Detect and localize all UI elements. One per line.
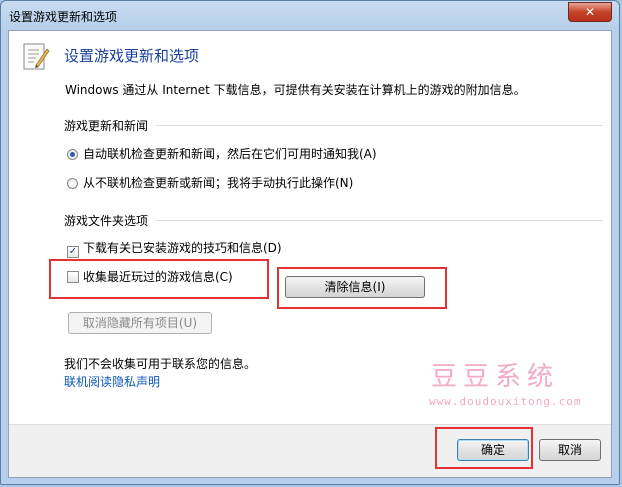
close-button[interactable]: ✕ xyxy=(568,2,612,22)
page-title: 设置游戏更新和选项 xyxy=(64,47,200,65)
privacy-notice: 我们不会收集可用于联系您的信息。 xyxy=(64,357,257,371)
description-text: Windows 通过从 Internet 下载信息，可提供有关安装在计算机上的游… xyxy=(65,83,526,97)
dialog-window: 设置游戏更新和选项 ✕ 设置游戏更新和选项 Windows 通过从 Intern… xyxy=(0,0,620,485)
cancel-button[interactable]: 取消 xyxy=(539,439,601,461)
dialog-content: 设置游戏更新和选项 Windows 通过从 Internet 下载信息，可提供有… xyxy=(8,30,612,478)
section-label-updates: 游戏更新和新闻 xyxy=(64,119,149,133)
highlight-box-clear xyxy=(277,267,447,309)
watermark-url: www.doudouxitong.com xyxy=(429,395,582,408)
radio-button[interactable] xyxy=(67,178,78,189)
checklist-pencil-icon xyxy=(23,43,50,70)
unhide-all-button: 取消隐藏所有项目(U) xyxy=(68,312,212,334)
title-bar[interactable]: 设置游戏更新和选项 ✕ xyxy=(1,1,619,29)
checkbox-download-tips-label: 下载有关已安装游戏的技巧和信息(D) xyxy=(83,241,282,255)
checkbox-checked[interactable]: ✓ xyxy=(67,246,79,258)
radio-button-checked[interactable] xyxy=(67,149,78,160)
radio-never-check-label: 从不联机检查更新或新闻；我将手动执行此操作(N) xyxy=(83,176,354,190)
privacy-statement-link[interactable]: 联机阅读隐私声明 xyxy=(64,373,160,390)
watermark-logo-text: 豆豆系统 xyxy=(431,362,560,392)
section-divider xyxy=(156,125,603,126)
section-divider xyxy=(156,220,603,221)
highlight-box-collect xyxy=(49,259,269,299)
radio-auto-check[interactable]: 自动联机检查更新和新闻，然后在它们可用时通知我(A) xyxy=(67,145,377,162)
checkbox-download-tips[interactable]: ✓ 下载有关已安装游戏的技巧和信息(D) xyxy=(67,239,282,258)
highlight-box-ok xyxy=(435,427,533,469)
section-label-folder: 游戏文件夹选项 xyxy=(64,214,149,228)
window-title: 设置游戏更新和选项 xyxy=(9,10,118,24)
radio-never-check[interactable]: 从不联机检查更新或新闻；我将手动执行此操作(N) xyxy=(67,174,353,191)
radio-auto-check-label: 自动联机检查更新和新闻，然后在它们可用时通知我(A) xyxy=(83,147,377,161)
button-bar: 确定 取消 xyxy=(9,424,611,477)
